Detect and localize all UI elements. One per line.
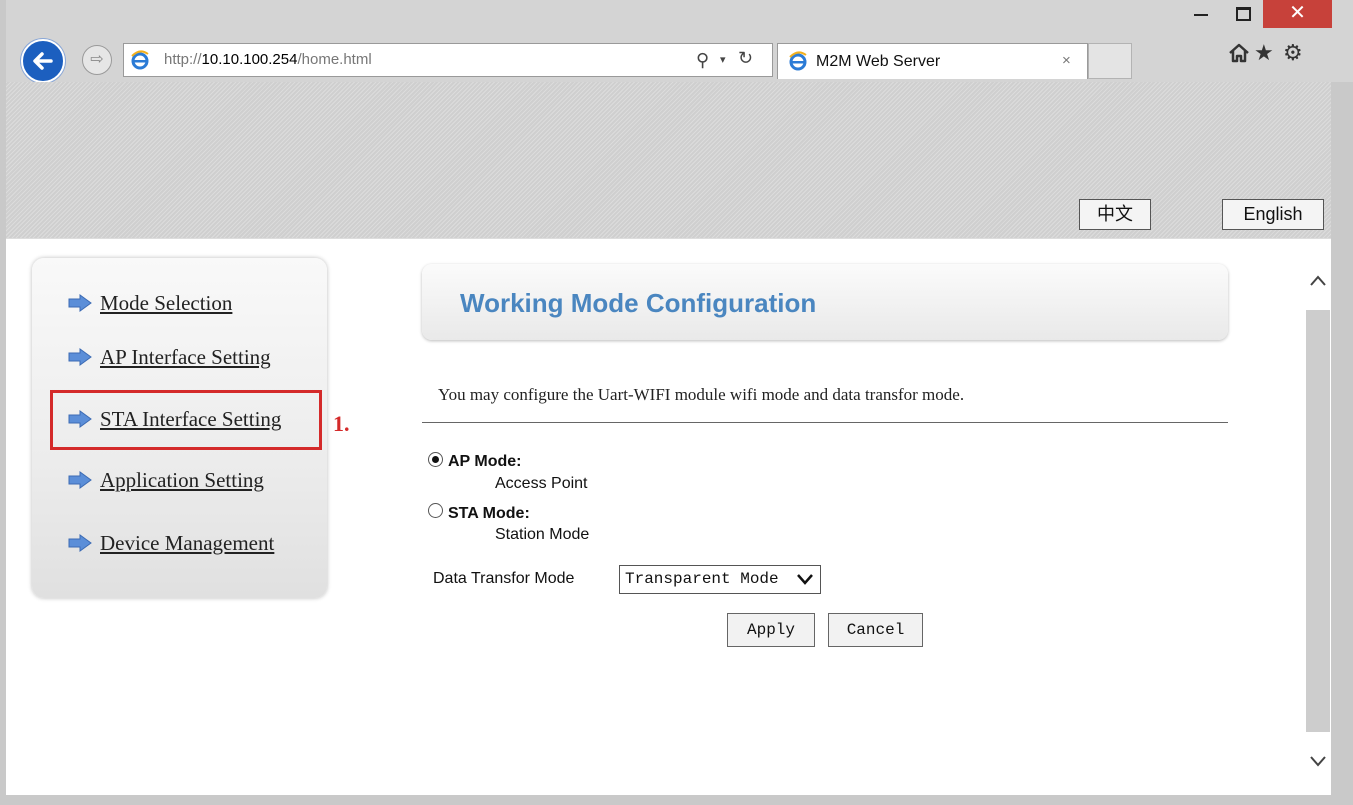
chevron-down-icon (797, 574, 813, 585)
browser-tab[interactable]: M2M Web Server × (777, 43, 1088, 79)
maximize-icon (1236, 7, 1251, 21)
annotation-step-label: 1. (333, 411, 350, 436)
search-icon[interactable]: ⚲ (696, 50, 709, 71)
ap-mode-radio[interactable] (428, 452, 443, 467)
minimize-icon (1194, 14, 1208, 16)
language-english-button[interactable]: English (1222, 199, 1324, 230)
tab-title: M2M Web Server (816, 53, 941, 70)
window-border (0, 0, 6, 805)
dropdown-icon[interactable]: ▾ (720, 53, 726, 66)
arrow-right-icon (68, 471, 92, 489)
arrow-right-icon (68, 348, 92, 366)
sidebar-item-label[interactable]: Device Management (100, 531, 274, 556)
page-title: Working Mode Configuration (460, 288, 817, 318)
address-bar[interactable]: http://10.10.100.254/home.html ⚲ ▾ ↻ (123, 43, 773, 77)
language-chinese-button[interactable]: 中文 (1079, 199, 1151, 230)
arrow-right-icon (68, 534, 92, 552)
ie-icon (788, 51, 808, 71)
window-border (0, 795, 1353, 805)
home-icon[interactable] (1228, 42, 1250, 64)
maximize-button[interactable] (1226, 0, 1262, 28)
sta-mode-description: Station Mode (495, 526, 590, 543)
select-value: Transparent Mode (625, 570, 779, 588)
chevron-down-icon[interactable] (1308, 752, 1328, 770)
new-tab-button[interactable] (1088, 43, 1132, 79)
annotation-highlight-box (50, 390, 322, 450)
tab-close-icon[interactable]: × (1062, 52, 1071, 69)
close-icon: ✕ (1289, 2, 1306, 24)
gear-icon[interactable]: ⚙ (1283, 40, 1303, 66)
back-button[interactable] (21, 39, 65, 83)
sidebar-item-label[interactable]: Mode Selection (100, 291, 232, 316)
arrow-right-icon (68, 294, 92, 312)
vertical-scrollbar[interactable] (1305, 262, 1331, 792)
cancel-button[interactable]: Cancel (828, 613, 923, 647)
ap-mode-label: AP Mode: (448, 453, 522, 470)
back-icon (33, 52, 53, 70)
chevron-up-icon[interactable] (1308, 272, 1328, 290)
forward-button[interactable]: ⇨ (82, 45, 112, 75)
scrollbar-thumb[interactable] (1306, 310, 1330, 732)
sta-mode-label: STA Mode: (448, 505, 530, 522)
apply-button[interactable]: Apply (727, 613, 815, 647)
sidebar-item-label[interactable]: AP Interface Setting (100, 345, 271, 370)
page-description: You may configure the Uart-WIFI module w… (438, 385, 965, 404)
forward-icon: ⇨ (90, 51, 104, 68)
title-panel: Working Mode Configuration (422, 264, 1228, 340)
data-transfor-mode-select[interactable]: Transparent Mode (619, 565, 821, 594)
url-text: http://10.10.100.254/home.html (164, 51, 372, 68)
browser-chrome: ✕ ⇨ http://10.10.100.254/home.html ⚲ ▾ ↻ (0, 0, 1353, 83)
ap-mode-description: Access Point (495, 475, 588, 492)
sta-mode-radio[interactable] (428, 503, 443, 518)
data-transfor-mode-label: Data Transfor Mode (433, 570, 575, 587)
close-window-button[interactable]: ✕ (1263, 0, 1332, 28)
refresh-icon[interactable]: ↻ (738, 48, 753, 69)
ie-icon (130, 50, 150, 70)
sidebar-item-label[interactable]: Application Setting (100, 468, 264, 493)
star-icon[interactable]: ★ (1254, 40, 1274, 66)
divider (422, 422, 1228, 423)
minimize-button[interactable] (1180, 0, 1224, 28)
